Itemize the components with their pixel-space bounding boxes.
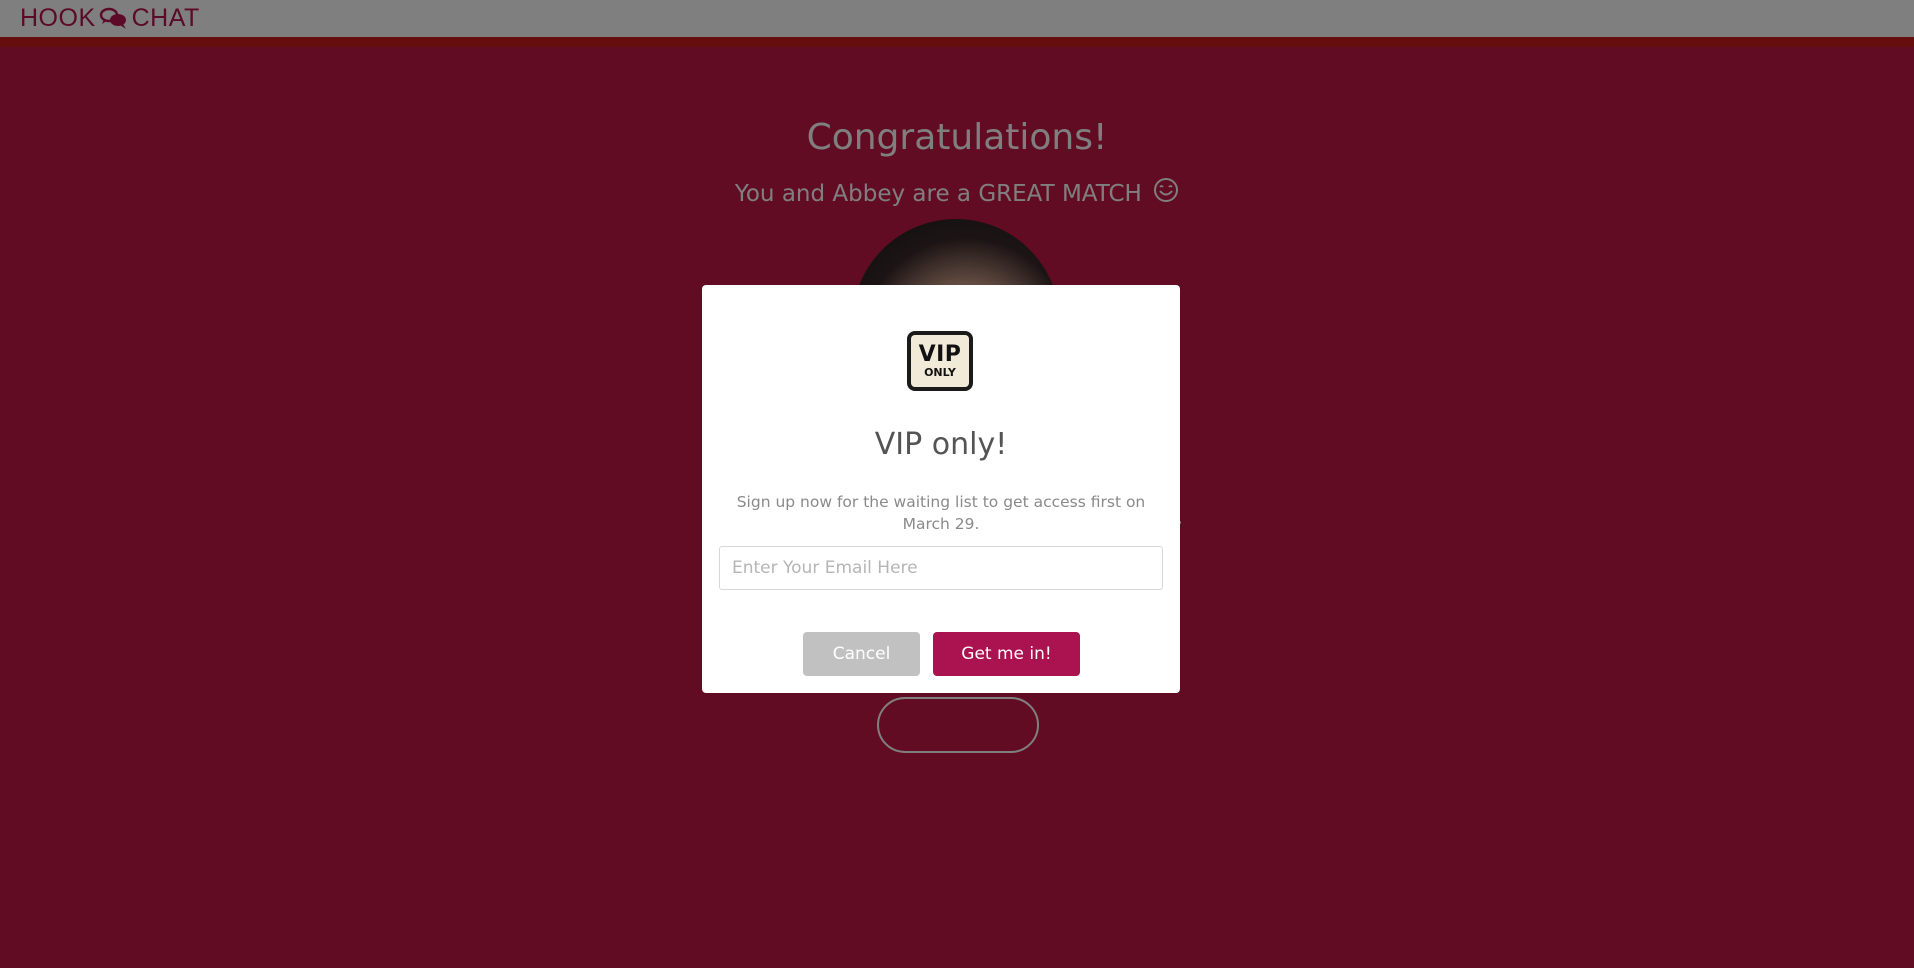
get-me-in-button[interactable]: Get me in!	[933, 632, 1080, 676]
modal-title: VIP only!	[874, 427, 1008, 462]
cancel-button[interactable]: Cancel	[803, 632, 920, 676]
vip-badge-big: VIP	[918, 342, 962, 367]
vip-badge-icon: VIP ONLY	[907, 331, 973, 391]
vip-badge-inner: VIP ONLY	[911, 335, 969, 387]
email-field[interactable]	[719, 546, 1163, 590]
vip-modal: VIP ONLY VIP only! Sign up now for the w…	[702, 285, 1180, 693]
modal-description: Sign up now for the waiting list to get …	[736, 493, 1146, 533]
vip-badge-small: ONLY	[924, 366, 956, 379]
